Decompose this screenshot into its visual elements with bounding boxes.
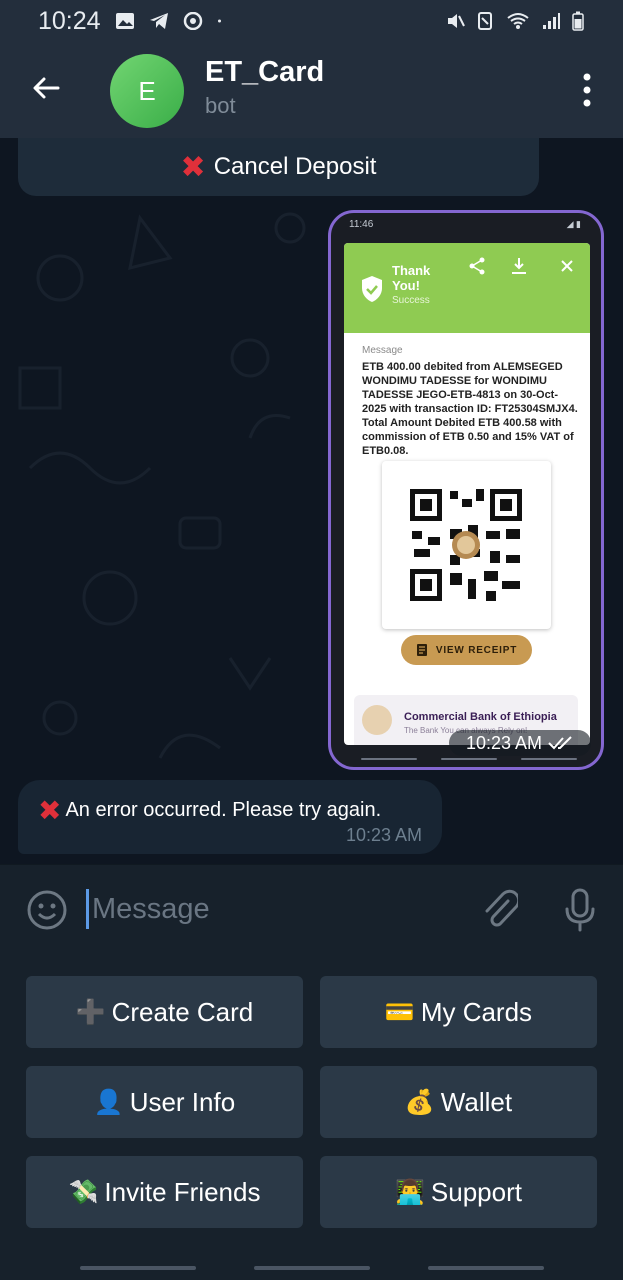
success-banner: Thank You! Success: [344, 243, 590, 333]
back-arrow-icon[interactable]: [28, 70, 64, 106]
error-time: 10:23 AM: [345, 825, 422, 845]
text-caret: [86, 889, 89, 929]
create-card-button[interactable]: ➕ Create Card: [26, 976, 303, 1048]
dot-icon: [217, 19, 221, 23]
chat-header: E ET_Card bot: [0, 42, 623, 138]
wifi-icon: [507, 13, 529, 29]
message-input[interactable]: [92, 889, 452, 929]
my-cards-button[interactable]: 💳 My Cards: [320, 976, 597, 1048]
qr-code-card: [382, 461, 551, 629]
bank-logo: [362, 705, 392, 735]
chat-subtitle: bot: [205, 93, 236, 118]
message-composer: [0, 864, 623, 950]
view-receipt-label: VIEW RECEIPT: [435, 644, 518, 656]
photo-time: 10:23 AM: [465, 732, 543, 753]
cancel-deposit-button[interactable]: ✖ Cancel Deposit: [18, 138, 539, 196]
error-text: An error occurred. Please try again.: [65, 799, 382, 821]
share-icon: [469, 257, 485, 275]
cancel-deposit-label: Cancel Deposit: [213, 153, 377, 180]
error-message-bubble[interactable]: ✖ An error occurred. Please try again. 1…: [18, 780, 442, 854]
chat-area[interactable]: ✖ Cancel Deposit 11:46 ◢ ▮ Thank You! Su…: [0, 138, 623, 864]
battery-icon: [572, 11, 584, 31]
receipt-screen: Thank You! Success Message ETB 400.00 de…: [344, 243, 590, 745]
support-button[interactable]: 👨‍💻 Support: [320, 1156, 597, 1228]
nav-back[interactable]: [428, 1266, 544, 1270]
wallet-button[interactable]: 💰 Wallet: [320, 1066, 597, 1138]
invite-friends-button[interactable]: 💸 Invite Friends: [26, 1156, 303, 1228]
my-cards-label: My Cards: [420, 996, 533, 1027]
mini-status-time: 11:46: [349, 219, 374, 230]
credit-card-icon: 💳: [384, 998, 415, 1026]
plus-icon: ➕: [75, 998, 106, 1026]
image-icon: [115, 13, 134, 29]
money-wings-icon: 💸: [68, 1178, 99, 1206]
screenshot-photo-message[interactable]: 11:46 ◢ ▮ Thank You! Success Message ETB…: [328, 210, 604, 770]
mini-status-icons: ◢ ▮: [566, 219, 581, 229]
status-time: 10:24: [38, 6, 101, 35]
attach-icon[interactable]: [478, 887, 518, 933]
shield-check-icon: [362, 276, 382, 302]
transaction-message: ETB 400.00 debited from ALEMSEGED WONDIM…: [362, 361, 578, 457]
nav-recents[interactable]: [80, 1266, 196, 1270]
telegram-icon: [149, 13, 168, 29]
bank-name: Commercial Bank of Ethiopia: [404, 711, 557, 723]
qr-code-icon: [410, 489, 522, 601]
emoji-icon[interactable]: [26, 889, 68, 931]
view-receipt-button: VIEW RECEIPT: [401, 635, 532, 665]
photo-timestamp: 10:23 AM: [449, 730, 591, 756]
user-info-button[interactable]: 👤 User Info: [26, 1066, 303, 1138]
user-silhouette-icon: 👤: [93, 1088, 124, 1116]
thank-you-text: Thank You!: [392, 263, 431, 293]
receipt-icon: [416, 644, 427, 656]
more-options-icon[interactable]: [581, 72, 593, 108]
nav-home[interactable]: [254, 1266, 370, 1270]
cross-mark-icon: ✖: [38, 795, 62, 826]
avatar[interactable]: E: [110, 54, 184, 128]
support-label: Support: [430, 1176, 522, 1207]
nfc-icon: [478, 12, 492, 30]
status-bar: 10:24: [0, 0, 623, 42]
success-status: Success: [392, 295, 430, 306]
mute-icon: [448, 14, 465, 28]
cross-mark-icon: ✖: [180, 150, 206, 184]
technologist-icon: 👨‍💻: [395, 1178, 425, 1206]
microphone-icon[interactable]: [560, 887, 600, 933]
double-check-icon: [548, 736, 572, 750]
close-icon: [561, 260, 573, 272]
wallet-label: Wallet: [440, 1086, 513, 1117]
download-icon: [512, 258, 526, 274]
chrome-icon: [183, 12, 202, 30]
message-label: Message: [362, 345, 403, 356]
bot-keyboard: ➕ Create Card 💳 My Cards 👤 User Info 💰 W…: [0, 950, 623, 1254]
chat-title: ET_Card: [205, 56, 325, 88]
avatar-letter: E: [138, 75, 156, 106]
system-nav-bar: [0, 1254, 623, 1280]
mini-nav-bar: [361, 758, 577, 761]
signal-icon: [543, 13, 560, 29]
money-bag-icon: 💰: [404, 1088, 435, 1116]
chat-title-block[interactable]: ET_Card bot: [205, 56, 324, 119]
create-card-label: Create Card: [111, 996, 254, 1027]
user-info-label: User Info: [129, 1086, 236, 1117]
invite-friends-label: Invite Friends: [104, 1176, 261, 1207]
